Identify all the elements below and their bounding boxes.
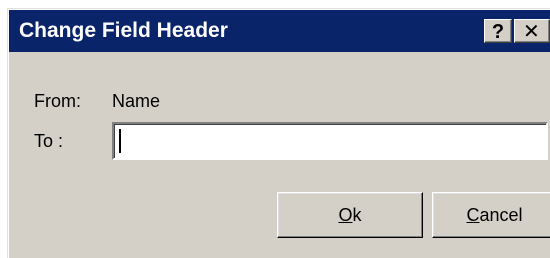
cancel-mnemonic: C [466, 205, 480, 225]
close-button[interactable]: ✕ [514, 19, 550, 43]
to-label: To : [34, 131, 64, 151]
ok-mnemonic: O [338, 205, 353, 225]
close-icon: ✕ [523, 21, 540, 43]
cancel-button[interactable]: Cancel [432, 192, 550, 238]
cancel-label-rest: ancel [479, 205, 523, 225]
from-label: From: [34, 91, 81, 111]
window-title: Change Field Header [19, 19, 228, 42]
ok-button[interactable]: Ok [277, 192, 423, 238]
from-value: Name [112, 91, 161, 111]
ok-label-rest: k [352, 205, 362, 225]
to-input[interactable] [112, 122, 548, 160]
text-caret [119, 129, 121, 153]
help-button[interactable]: ? [484, 19, 512, 43]
title-bar[interactable]: Change Field Header ? ✕ [9, 10, 550, 52]
question-mark-icon: ? [491, 21, 505, 43]
change-field-header-dialog: Change Field Header ? ✕ From: Name To : … [7, 8, 550, 258]
